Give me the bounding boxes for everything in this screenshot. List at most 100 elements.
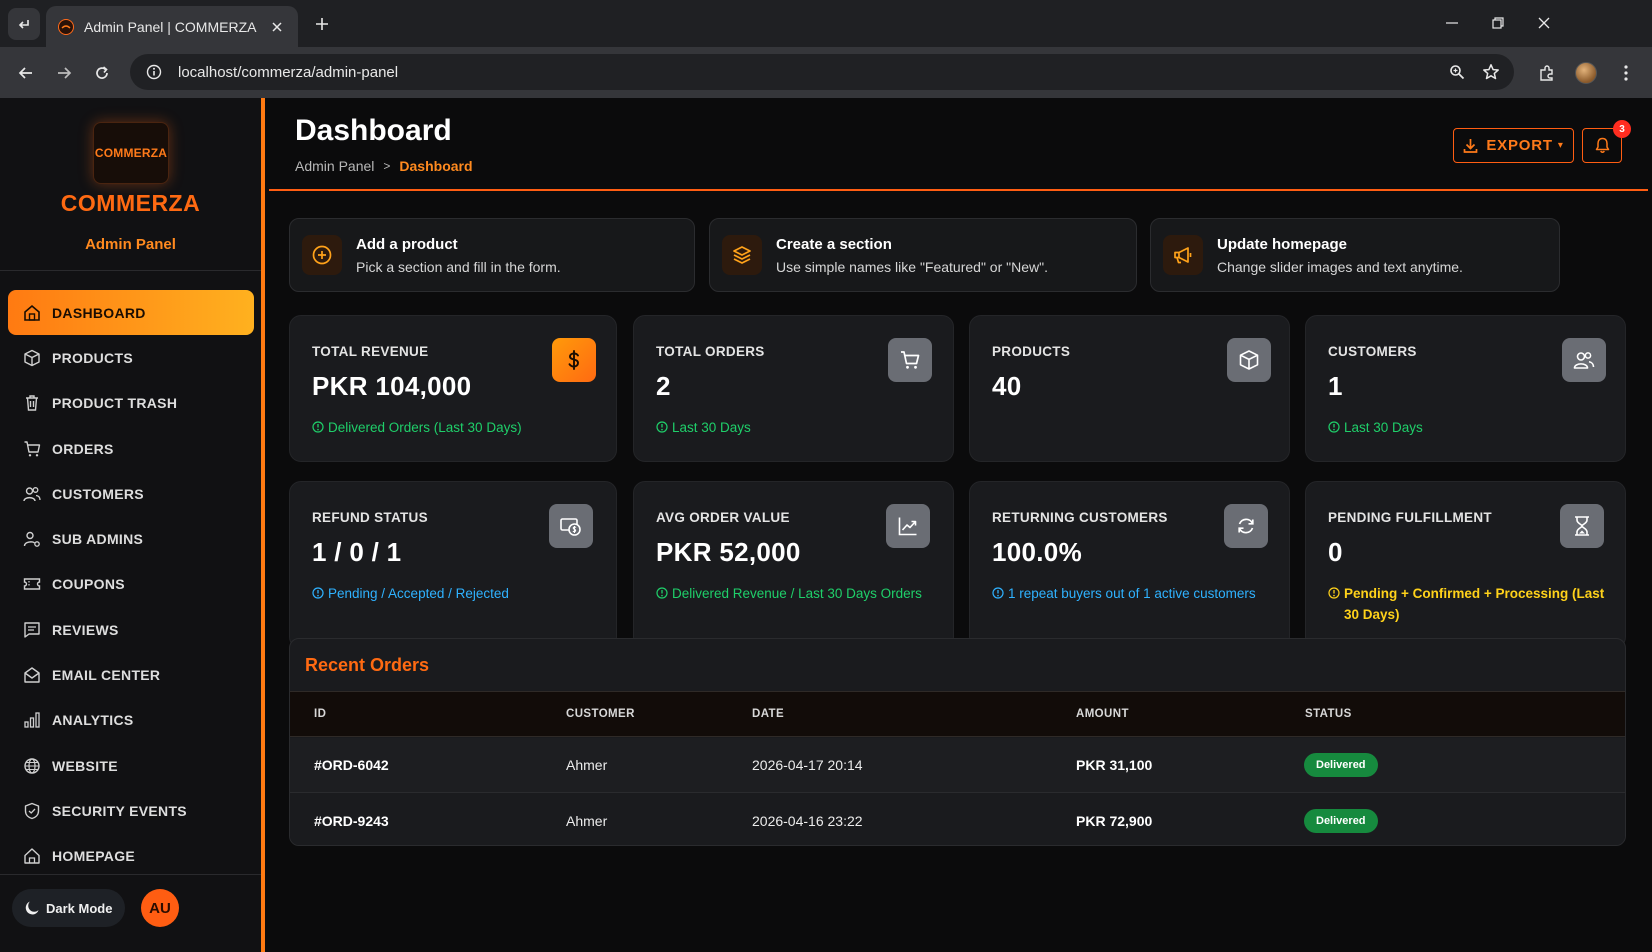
box-icon [22, 348, 42, 368]
export-button[interactable]: EXPORT ▾ [1453, 128, 1574, 163]
order-date: 2026-04-17 20:14 [752, 757, 863, 773]
sidebar-item-customers[interactable]: CUSTOMERS [8, 471, 254, 516]
sidebar-item-security-events[interactable]: SECURITY EVENTS [8, 788, 254, 833]
forward-arrow-icon[interactable] [50, 59, 78, 87]
stat-label: AVG ORDER VALUE [656, 510, 790, 525]
layers-icon [722, 235, 762, 275]
browser-menu-icon[interactable] [1610, 57, 1642, 89]
status-badge: Delivered [1304, 753, 1378, 777]
stat-note: Last 30 Days [1328, 417, 1423, 438]
sidebar-item-dashboard[interactable]: DASHBOARD [8, 290, 254, 336]
review-icon [22, 620, 42, 640]
stat-label: TOTAL ORDERS [656, 344, 765, 359]
moon-icon [24, 900, 40, 916]
sidebar-item-analytics[interactable]: ANALYTICS [8, 698, 254, 743]
column-header-status[interactable]: STATUS [1305, 708, 1352, 720]
order-date: 2026-04-16 23:22 [752, 813, 863, 829]
tab-search-button[interactable] [8, 8, 40, 40]
sidebar-item-label: PRODUCT TRASH [52, 395, 178, 412]
brand-name: COMMERZA [60, 190, 201, 216]
address-bar[interactable]: localhost/commerza/admin-panel [130, 54, 1514, 90]
page-header: Dashboard Admin Panel > Dashboard EXPORT… [269, 98, 1648, 191]
column-header-amount[interactable]: AMOUNT [1076, 708, 1129, 720]
globe-icon [22, 756, 42, 776]
order-customer: Ahmer [566, 757, 608, 773]
close-tab-icon[interactable] [268, 18, 286, 36]
recent-orders-panel: Recent Orders ID CUSTOMER DATE AMOUNT ST… [289, 638, 1626, 846]
stat-card-refund-status: REFUND STATUS 1 / 0 / 1 Pending / Accept… [289, 481, 617, 649]
dark-mode-label: Dark Mode [46, 900, 113, 916]
stat-value: 40 [992, 371, 1022, 401]
order-amount: PKR 72,900 [1076, 813, 1153, 829]
info-icon [1328, 587, 1340, 599]
sidebar-item-product-trash[interactable]: PRODUCT TRASH [8, 381, 254, 426]
minimize-icon[interactable] [1432, 10, 1472, 36]
info-icon [312, 421, 324, 433]
browser-tab-bar: Admin Panel | COMMERZA [0, 0, 1652, 47]
sidebar-nav: DASHBOARD PRODUCTS PRODUCT TRASH ORDERS [8, 290, 254, 879]
user-avatar[interactable]: AU [141, 889, 179, 927]
order-customer: Ahmer [566, 813, 608, 829]
brand-logo[interactable]: COMMERZA [93, 122, 169, 184]
dollar-icon [552, 338, 596, 382]
tip-description: Use simple names like "Featured" or "New… [776, 258, 1048, 275]
column-header-id[interactable]: ID [314, 708, 326, 720]
order-id[interactable]: #ORD-6042 [314, 757, 389, 773]
sidebar-item-products[interactable]: PRODUCTS [8, 335, 254, 380]
stat-note-text: Pending + Confirmed + Processing (Last 3… [1344, 586, 1605, 622]
column-header-customer[interactable]: CUSTOMER [566, 708, 635, 720]
stat-value: 0 [1328, 537, 1343, 567]
bell-icon [1595, 137, 1609, 153]
main-content: Dashboard Admin Panel > Dashboard EXPORT… [269, 98, 1652, 952]
browser-tab[interactable]: Admin Panel | COMMERZA [46, 6, 298, 47]
reload-icon[interactable] [88, 59, 116, 87]
shield-icon [22, 801, 42, 821]
stat-value: 100.0% [992, 537, 1082, 567]
envelope-icon [22, 665, 42, 685]
stat-note-text: Last 30 Days [1344, 420, 1423, 435]
close-window-icon[interactable] [1524, 10, 1564, 36]
tip-title: Update homepage [1217, 235, 1348, 253]
sidebar-item-label: COUPONS [52, 576, 125, 593]
new-tab-icon[interactable] [310, 12, 334, 36]
stat-label: PENDING FULFILLMENT [1328, 510, 1492, 525]
table-row[interactable]: #ORD-6042 Ahmer 2026-04-17 20:14 PKR 31,… [290, 738, 1625, 793]
back-arrow-icon[interactable] [12, 59, 40, 87]
sidebar-item-orders[interactable]: ORDERS [8, 426, 254, 471]
cart-icon [888, 338, 932, 382]
dark-mode-toggle[interactable]: Dark Mode [12, 889, 125, 927]
tip-card-update-homepage[interactable]: Update homepage Change slider images and… [1150, 218, 1560, 292]
sidebar-item-label: ANALYTICS [52, 712, 134, 729]
stat-note: Last 30 Days [656, 417, 751, 438]
tip-card-create-section[interactable]: Create a section Use simple names like "… [709, 218, 1137, 292]
bookmark-star-icon[interactable] [1474, 55, 1508, 89]
sidebar-item-homepage[interactable]: HOMEPAGE [8, 834, 254, 879]
profile-avatar[interactable] [1570, 57, 1602, 89]
breadcrumb-parent[interactable]: Admin Panel [295, 158, 374, 174]
restore-icon[interactable] [1478, 10, 1518, 36]
brand-subtitle: Admin Panel [85, 236, 176, 253]
order-id[interactable]: #ORD-9243 [314, 813, 389, 829]
site-info-icon[interactable] [136, 64, 172, 80]
table-row[interactable]: #ORD-9243 Ahmer 2026-04-16 23:22 PKR 72,… [290, 794, 1625, 845]
extensions-icon[interactable] [1531, 57, 1563, 89]
favicon-icon [58, 18, 74, 35]
zoom-icon[interactable] [1440, 55, 1474, 89]
sidebar-item-website[interactable]: WEBSITE [8, 743, 254, 788]
stat-note-text: Delivered Orders (Last 30 Days) [328, 420, 522, 435]
tip-card-add-product[interactable]: Add a product Pick a section and fill in… [289, 218, 695, 292]
home-icon [22, 846, 42, 866]
stat-card-pending-fulfillment: PENDING FULFILLMENT 0 Pending + Confirme… [1305, 481, 1626, 649]
sidebar-item-sub-admins[interactable]: SUB ADMINS [8, 516, 254, 561]
sidebar-item-label: SECURITY EVENTS [52, 802, 187, 819]
line-chart-icon [886, 504, 930, 548]
status-badge: Delivered [1304, 809, 1378, 833]
sidebar-item-email-center[interactable]: EMAIL CENTER [8, 652, 254, 697]
stat-label: REFUND STATUS [312, 510, 428, 525]
sidebar-item-reviews[interactable]: REVIEWS [8, 607, 254, 652]
stat-note: 1 repeat buyers out of 1 active customer… [992, 583, 1256, 604]
stat-value: 1 [1328, 371, 1343, 401]
column-header-date[interactable]: DATE [752, 708, 784, 720]
admin-app: COMMERZA COMMERZA Admin Panel DASHBOARD … [0, 98, 1652, 952]
sidebar-item-coupons[interactable]: COUPONS [8, 562, 254, 607]
